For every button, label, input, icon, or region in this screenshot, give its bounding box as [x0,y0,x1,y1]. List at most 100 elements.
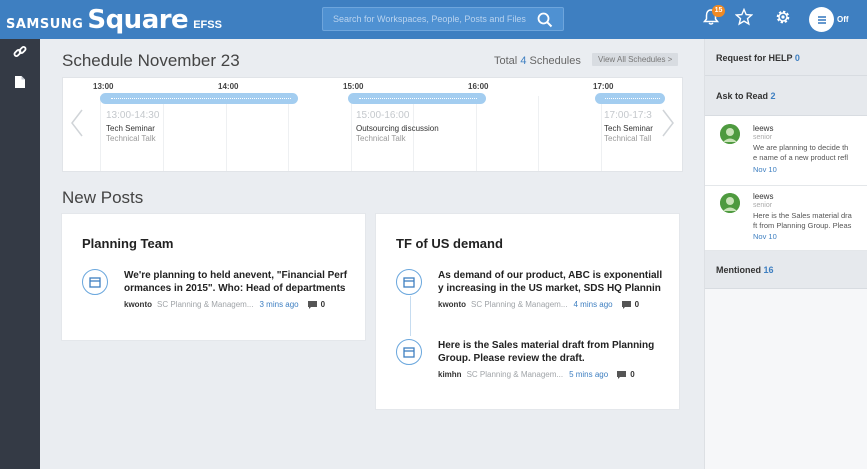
event-category: Technical Talk [356,134,406,143]
search-input[interactable] [323,14,533,24]
item-message: Here is the Sales material dra ft from P… [753,211,867,231]
post-line: ormances in 2015". Who: Head of departme… [124,283,346,294]
item-message-line: We are planning to decide th [753,143,849,152]
timeline-hour: 15:00 [343,82,364,91]
timeline-hour: 17:00 [593,82,614,91]
post-line: y increasing in the US market, SDS HQ Pl… [438,283,661,294]
schedule-title: Schedule November 23 [62,51,240,70]
ask-to-read-header: Ask to Read 2 [716,91,776,101]
card-title[interactable]: Planning Team [82,236,174,251]
link-icon [13,45,27,64]
ask-to-read-item[interactable]: leews senior We are planning to decide t… [705,116,867,186]
notification-count-badge: 15 [712,5,725,17]
post-meta: kimhn SC Planning & Managem... 5 mins ag… [438,370,635,379]
schedule-timeline: 13:00 14:00 15:00 16:00 17:00 13:00-14:3… [62,77,683,172]
card-title[interactable]: TF of US demand [396,236,503,251]
ask-to-read-item[interactable]: leews senior Here is the Sales material … [705,186,867,251]
item-role: senior [753,202,773,209]
post-line: We're planning to held anevent, "Financi… [124,270,348,281]
gear-icon [774,8,792,31]
star-icon [734,7,754,31]
mentioned-section[interactable]: Mentioned 16 [705,251,867,289]
event-category: Technical Tall [604,134,652,143]
timeline-hour: 13:00 [93,82,114,91]
ask-to-read-label: Ask to Read [716,91,769,101]
post-time: 4 mins ago [573,300,613,309]
item-message: We are planning to decide th e name of a… [753,143,867,163]
calendar-icon [396,269,422,295]
event-item[interactable]: 13:00-14:30 Tech Seminar Technical Talk [106,110,159,143]
timeline-hour: 16:00 [468,82,489,91]
request-help-count: 0 [794,53,800,63]
schedule-total-suffix: Schedules [529,55,581,67]
event-name: Tech Seminar [604,124,653,133]
main-content: Schedule November 23 Total 4 Schedules V… [40,39,704,469]
post-author[interactable]: kwonto [124,300,152,309]
event-category: Technical Talk [106,134,156,143]
mentioned-count: 16 [763,265,774,275]
item-user: leews [753,124,774,133]
event-time-range: 13:00-14:30 [106,110,160,121]
event-name: Outsourcing discussion [356,124,439,133]
post-time: 3 mins ago [259,300,299,309]
settings-button[interactable] [772,8,794,30]
request-help-header: Request for HELP 0 [716,53,800,63]
event-name: Tech Seminar [106,124,155,133]
item-role: senior [753,134,773,141]
nav-documents[interactable] [0,69,40,99]
nav-links[interactable] [0,39,40,69]
item-message-line: ft from Planning Group. Pleas [753,221,852,230]
brand-logo[interactable]: SAMSUNG Square EFSS [0,7,222,33]
search-icon[interactable] [537,12,553,28]
comment-icon [307,300,317,309]
event-item[interactable]: 15:00-16:00 Outsourcing discussion Techn… [356,110,439,143]
post-text: We're planning to held anevent, "Financi… [124,269,356,295]
post-text: As demand of our product, ABC is exponen… [438,269,670,295]
user-avatar [720,124,740,144]
item-message-line: Here is the Sales material dra [753,211,852,220]
event-time-range: 17:00-17:3 [604,110,652,121]
post-line: As demand of our product, ABC is exponen… [438,270,663,281]
post-workspace[interactable]: SC Planning & Managem... [471,300,568,309]
brand-samsung: SAMSUNG [6,16,84,32]
comment-count[interactable]: 0 [621,300,640,309]
new-posts-title: New Posts [62,188,144,207]
event-time-range: 15:00-16:00 [356,110,410,121]
notifications-button[interactable]: 15 [700,5,725,30]
post-meta: kwonto SC Planning & Managem... 4 mins a… [438,300,639,309]
ask-to-read-section[interactable]: Ask to Read 2 [705,76,867,116]
left-nav [0,39,40,469]
post-text: Here is the Sales material draft from Pl… [438,339,670,365]
post-workspace[interactable]: SC Planning & Managem... [157,300,254,309]
chevron-right-icon[interactable] [660,108,676,138]
post-workspace[interactable]: SC Planning & Managem... [467,370,564,379]
comment-count[interactable]: 0 [307,300,325,309]
right-panel: Request for HELP 0 Ask to Read 2 leews s… [704,39,867,469]
calendar-icon [396,339,422,365]
favorites-button[interactable] [733,7,755,31]
search-box [322,7,564,31]
comment-icon [617,370,627,379]
comment-count[interactable]: 0 [617,370,635,379]
chevron-left-icon[interactable] [69,108,85,138]
comment-count-value: 0 [634,300,640,309]
post-author[interactable]: kimhn [438,370,462,379]
timeline-hour: 14:00 [218,82,239,91]
calendar-icon [82,269,108,295]
post-time: 5 mins ago [569,370,609,379]
view-all-schedules-button[interactable]: View All Schedules > [592,53,679,66]
schedule-total: Total 4 Schedules [494,55,581,67]
post-card: TF of US demand As demand of our product… [375,213,680,410]
post-author[interactable]: kwonto [438,300,466,309]
comment-icon [621,300,631,309]
avatar-icon [809,7,834,32]
mentioned-label: Mentioned [716,265,761,275]
user-status-toggle[interactable]: Off [809,7,849,32]
brand-square: Square [87,4,189,35]
event-item[interactable]: 17:00-17:3 Tech Seminar Technical Tall [604,110,659,143]
comment-count-value: 0 [630,370,635,379]
ask-to-read-count: 2 [770,91,776,101]
document-icon [14,75,26,94]
mentioned-header: Mentioned 16 [716,265,774,275]
request-help-section[interactable]: Request for HELP 0 [705,39,867,76]
